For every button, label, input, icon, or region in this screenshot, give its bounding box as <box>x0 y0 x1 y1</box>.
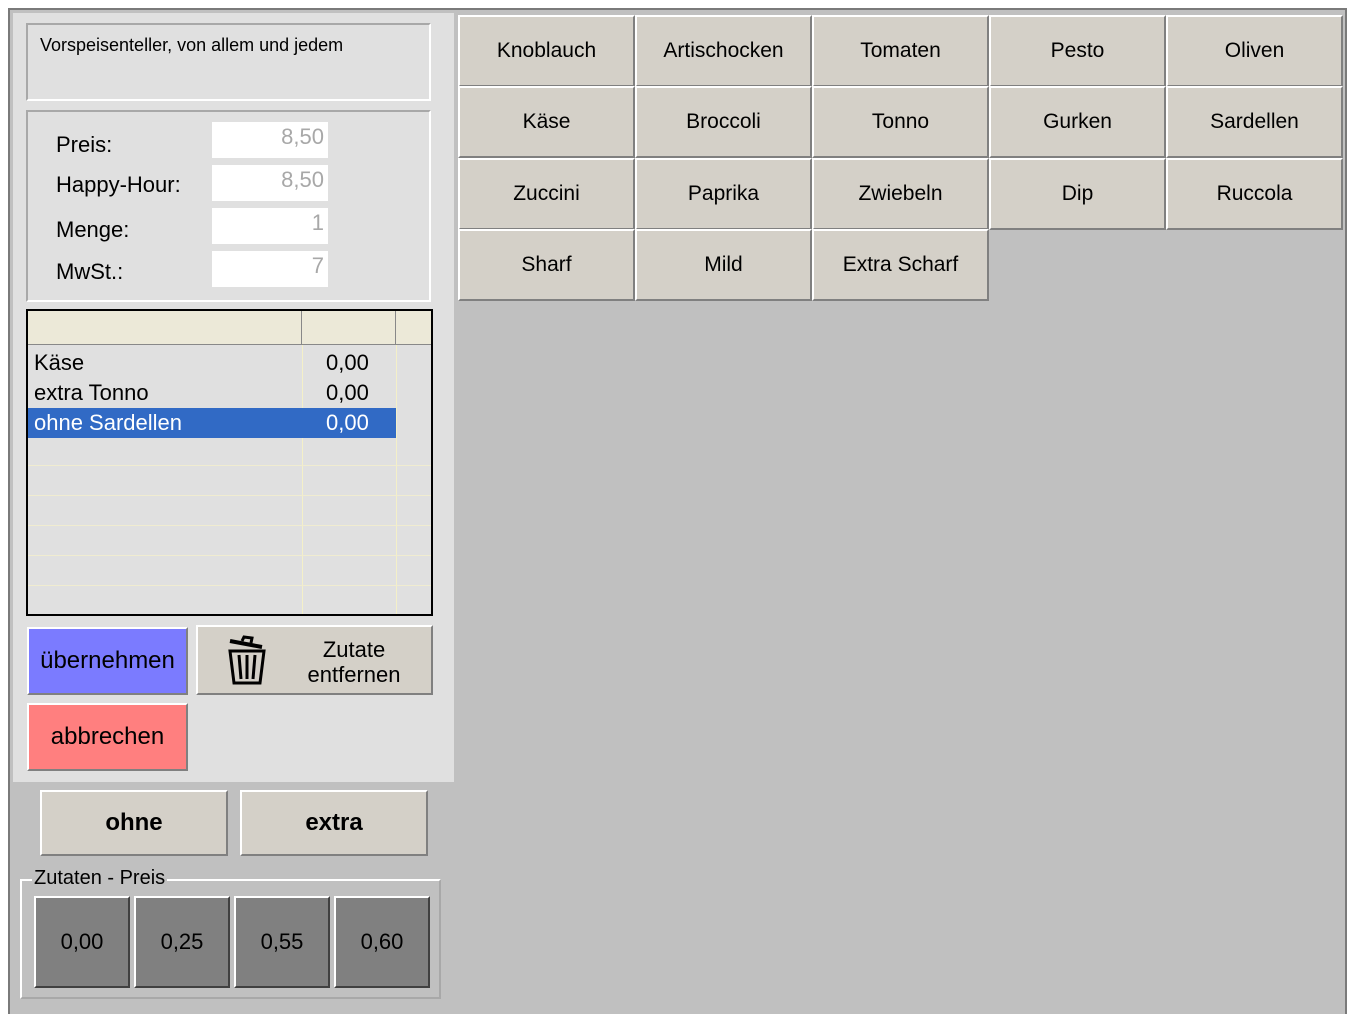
item-description: Vorspeisenteller, von allem und jedem <box>26 23 431 101</box>
grid-line <box>28 585 431 586</box>
ingredient-button[interactable]: Extra Scharf <box>812 229 989 301</box>
price-button[interactable]: 0,55 <box>234 896 330 988</box>
happy-hour-label: Happy-Hour: <box>56 172 181 197</box>
extras-grid[interactable]: Käse 0,00 extra Tonno 0,00 ohne Sardelle… <box>26 309 433 616</box>
price-button[interactable]: 0,00 <box>34 896 130 988</box>
row-name: ohne Sardellen <box>34 410 183 435</box>
ingredient-button[interactable]: Tomaten <box>812 15 989 87</box>
ingredient-price-title: Zutaten - Preis <box>32 867 168 890</box>
ingredient-button[interactable]: Tonno <box>812 86 989 158</box>
ingredient-button[interactable]: Gurken <box>989 86 1166 158</box>
grid-line <box>28 495 431 496</box>
grid-line <box>28 555 431 556</box>
ingredient-button[interactable]: Sardellen <box>1166 86 1343 158</box>
grid-header-name[interactable] <box>28 311 302 345</box>
ingredient-button[interactable]: Zuccini <box>458 158 635 230</box>
without-button[interactable]: ohne <box>40 790 228 856</box>
ingredient-button[interactable]: Mild <box>635 229 812 301</box>
grid-col-divider <box>396 345 397 614</box>
quantity-field[interactable]: 1 <box>212 208 328 244</box>
price-field[interactable]: 8,50 <box>212 122 328 158</box>
ingredient-button[interactable]: Artischocken <box>635 15 812 87</box>
row-price: 0,00 <box>326 410 369 435</box>
grid-row-selected[interactable]: ohne Sardellen 0,00 <box>28 408 396 438</box>
ingredient-button[interactable]: Käse <box>458 86 635 158</box>
ingredient-button[interactable]: Zwiebeln <box>812 158 989 230</box>
grid-line <box>28 525 431 526</box>
vat-label: MwSt.: <box>56 259 124 284</box>
accept-button[interactable]: übernehmen <box>27 627 188 695</box>
grid-line <box>28 465 431 466</box>
remove-ingredient-label: Zutate entfernen <box>307 637 401 687</box>
extra-button[interactable]: extra <box>240 790 428 856</box>
remove-ingredient-button[interactable]: Zutate entfernen <box>196 625 433 695</box>
price-button[interactable]: 0,25 <box>134 896 230 988</box>
ingredient-button[interactable]: Broccoli <box>635 86 812 158</box>
quantity-label: Menge: <box>56 217 130 242</box>
grid-row[interactable]: Käse 0,00 <box>28 348 396 378</box>
ingredient-button[interactable]: Knoblauch <box>458 15 635 87</box>
trash-icon <box>226 635 268 690</box>
row-name: Käse <box>34 350 85 375</box>
row-price: 0,00 <box>326 380 369 405</box>
ingredient-button[interactable]: Ruccola <box>1166 158 1343 230</box>
row-price: 0,00 <box>326 350 369 375</box>
ingredient-button[interactable]: Pesto <box>989 15 1166 87</box>
vat-field[interactable]: 7 <box>212 251 328 287</box>
price-label: Preis: <box>56 132 113 157</box>
grid-header-extra <box>396 311 431 345</box>
grid-row[interactable]: extra Tonno 0,00 <box>28 378 396 408</box>
row-name: extra Tonno <box>34 380 149 405</box>
item-fields-box: Preis: 8,50 Happy-Hour: 8,50 Menge: 1 Mw… <box>26 110 431 302</box>
ingredient-button[interactable]: Dip <box>989 158 1166 230</box>
ingredient-button[interactable]: Paprika <box>635 158 812 230</box>
cancel-button[interactable]: abbrechen <box>27 703 188 771</box>
ingredient-button[interactable]: Sharf <box>458 229 635 301</box>
grid-header-price[interactable] <box>302 311 396 345</box>
happy-hour-field[interactable]: 8,50 <box>212 165 328 201</box>
price-button[interactable]: 0,60 <box>334 896 430 988</box>
ingredient-button[interactable]: Oliven <box>1166 15 1343 87</box>
